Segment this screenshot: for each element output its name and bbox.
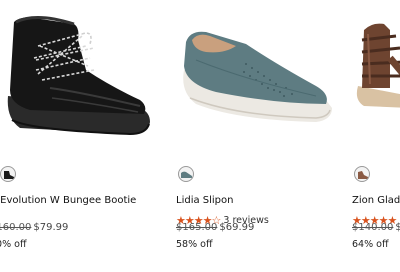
original-price: $160.00 [0, 222, 32, 233]
sale-price: $4 [395, 222, 400, 233]
discount-label: 50% off [0, 239, 27, 250]
product-card[interactable]: Zion Gladia ★★★★★ $140.00$4 64% off [350, 0, 400, 272]
product-image-bootie[interactable] [0, 0, 160, 150]
discount-label: 58% off [176, 239, 213, 250]
color-swatch[interactable] [178, 166, 194, 182]
color-swatch[interactable] [0, 166, 16, 182]
product-image-sandal[interactable] [350, 0, 400, 150]
sale-price: $79.99 [33, 222, 69, 233]
rating-stars[interactable]: ★★★★☆ 3 reviews [176, 209, 269, 227]
product-name[interactable]: Zion Gladia [352, 195, 400, 206]
original-price: $165.00 [176, 222, 218, 233]
discount-label: 64% off [352, 239, 389, 250]
product-name[interactable]: R Evolution W Bungee Bootie [0, 195, 136, 206]
product-card[interactable]: Lidia Slipon ★★★★☆ 3 reviews $165.00 $69.9… [176, 0, 346, 272]
rating-stars[interactable]: ★★★★★ [352, 209, 397, 227]
product-price: $160.00$79.99 [0, 222, 68, 233]
sale-price: $69.99 [219, 222, 255, 233]
product-price: $140.00$4 [352, 222, 400, 233]
product-card[interactable]: R Evolution W Bungee Bootie $160.00$79.9… [0, 0, 160, 272]
product-image-slipon[interactable] [176, 0, 346, 150]
product-name[interactable]: Lidia Slipon [176, 195, 234, 206]
product-price: $165.00 $69.99 [176, 222, 254, 233]
original-price: $140.00 [352, 222, 394, 233]
color-swatch[interactable] [354, 166, 370, 182]
